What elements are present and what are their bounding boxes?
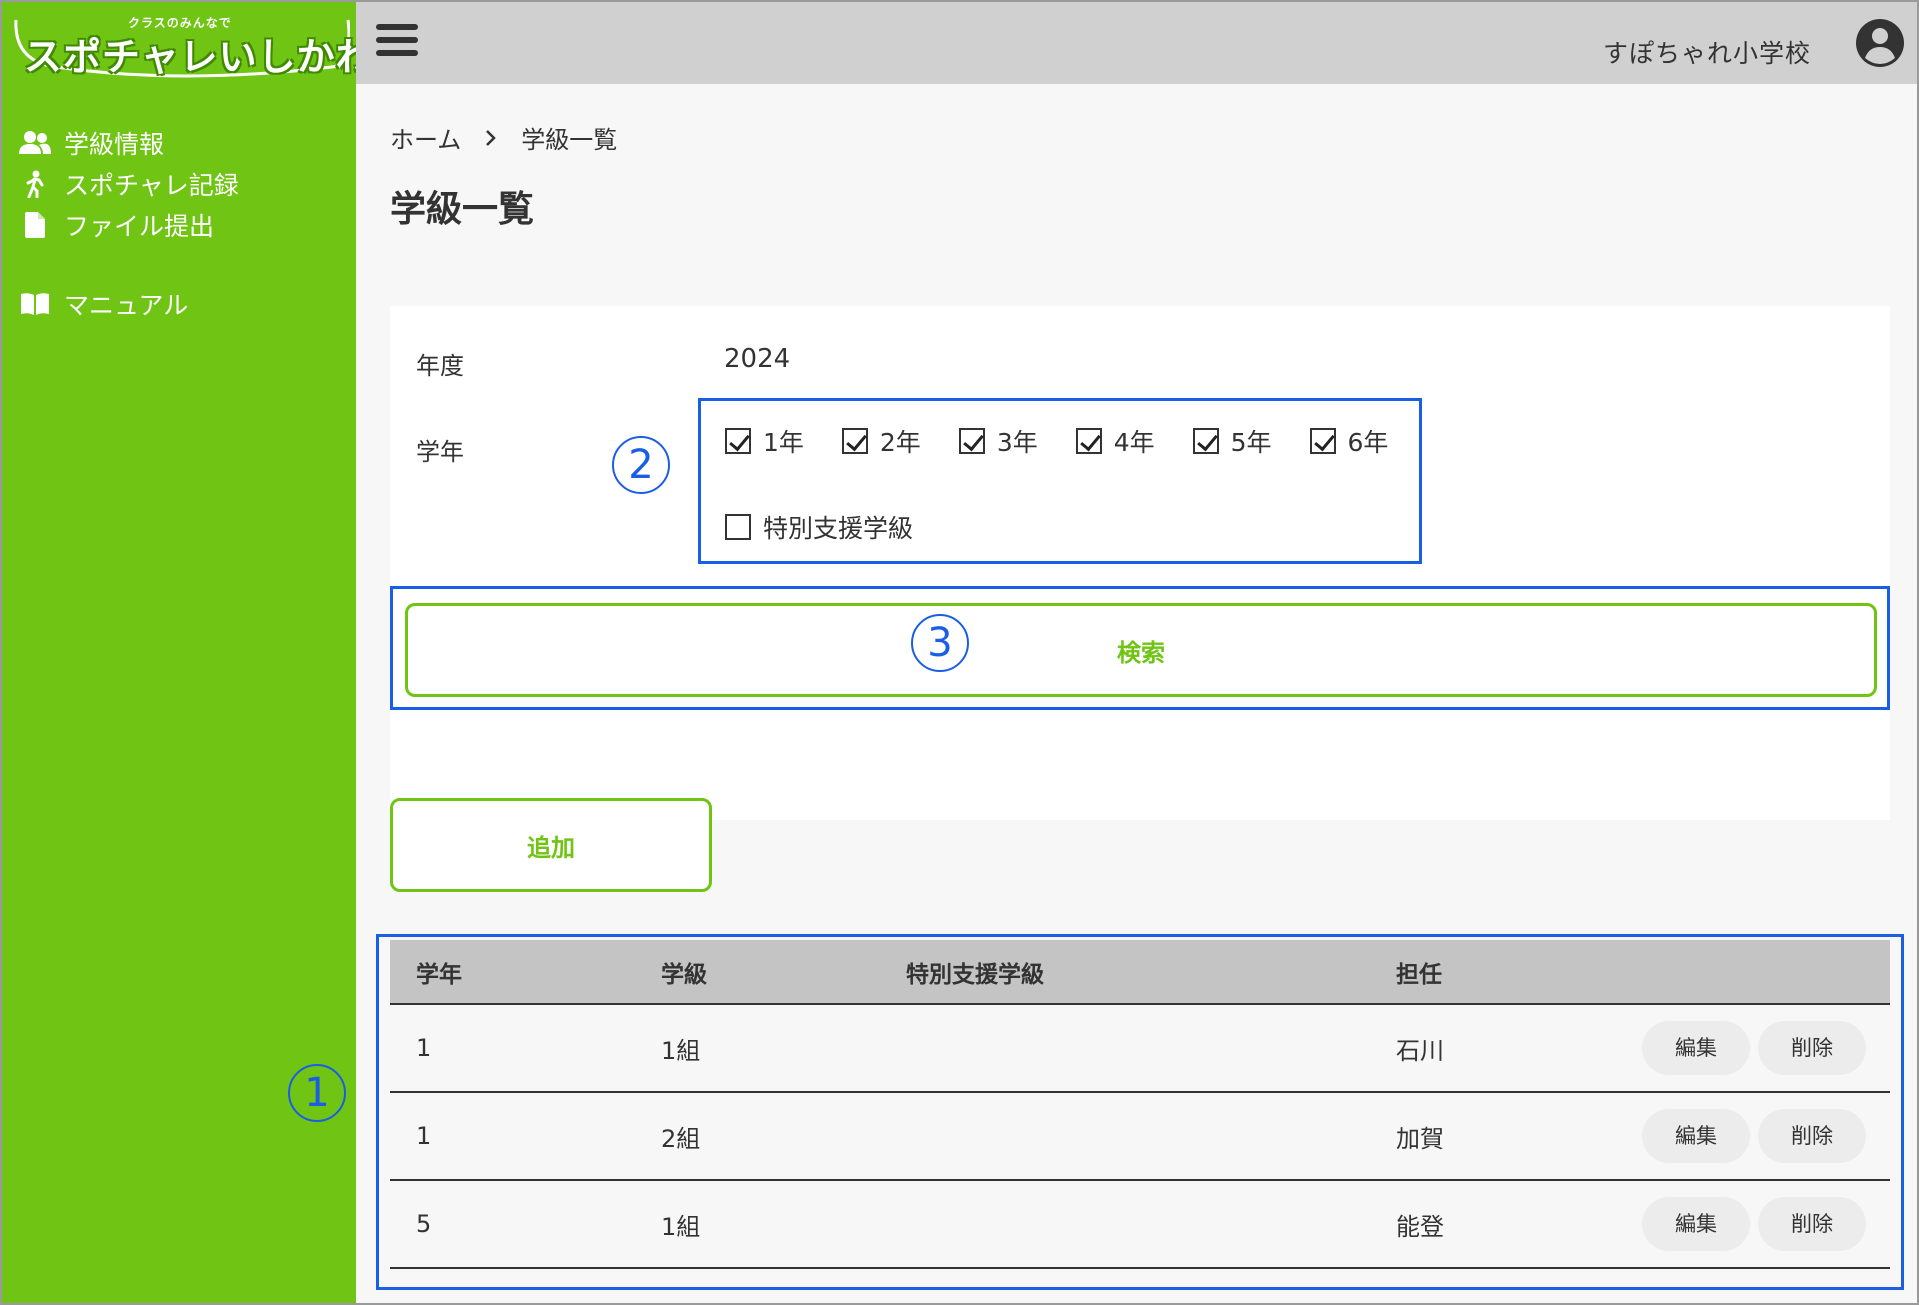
search-button[interactable]: 検索 <box>405 603 1877 697</box>
column-header-class: 学級 <box>635 940 880 1005</box>
breadcrumb-home-link[interactable]: ホーム <box>390 120 461 155</box>
sidebar-nav: 学級情報 スポチャレ記録 ファイル提出 マニュアル <box>18 122 239 324</box>
cell-grade: 1 <box>390 1004 635 1093</box>
cell-teacher: 能登 <box>1370 1180 1610 1269</box>
cell-grade: 1 <box>390 1092 635 1181</box>
account-avatar-icon[interactable] <box>1855 18 1905 68</box>
delete-button[interactable]: 削除 <box>1758 1109 1866 1163</box>
year-value: 2024 <box>724 344 791 374</box>
cell-special <box>880 1180 1370 1269</box>
checkbox-checked-icon[interactable] <box>1192 428 1219 454</box>
column-header-teacher: 担任 <box>1370 940 1610 1005</box>
checkbox-checked-icon[interactable] <box>725 428 751 454</box>
checkbox-checked-icon[interactable] <box>958 428 985 454</box>
main-content: ホーム 学級一覧 学級一覧 年度 2024 学年 2 1年 2年 3年 4年 5… <box>288 84 1917 1303</box>
cell-class: 1組 <box>635 1004 880 1093</box>
table-row: 1 2組 加賀 編集 削除 <box>390 1092 1890 1181</box>
logo[interactable]: クラスのみんなで スポチャレいしかわ <box>10 8 374 79</box>
delete-button[interactable]: 削除 <box>1758 1197 1866 1251</box>
search-panel: 年度 2024 学年 2 1年 2年 3年 4年 5年 6年 特別支援学級 検索… <box>390 306 1890 820</box>
cell-actions: 編集 削除 <box>1610 1180 1890 1269</box>
checkbox-unchecked-icon[interactable] <box>725 514 751 540</box>
sidebar-item-manual[interactable]: マニュアル <box>18 283 239 324</box>
sidebar-item-label: ファイル提出 <box>64 211 215 241</box>
sidebar-item-class-info[interactable]: 学級情報 <box>18 122 239 163</box>
edit-button[interactable]: 編集 <box>1642 1197 1750 1251</box>
hamburger-menu-icon[interactable] <box>376 24 418 60</box>
special-checkbox-row: 特別支援学級 <box>725 509 951 545</box>
table-row: 1 1組 石川 編集 削除 <box>390 1004 1890 1093</box>
special-support-checkbox[interactable]: 特別支援学級 <box>725 509 913 545</box>
users-icon <box>18 128 52 158</box>
year-label: 年度 <box>416 352 464 380</box>
grade-checkbox-6[interactable]: 6年 <box>1309 423 1388 459</box>
search-button-highlight: 検索 3 <box>390 586 1890 710</box>
logo-title: スポチャレいしかわ <box>24 35 375 79</box>
column-header-special-support: 特別支援学級 <box>880 940 1370 1005</box>
top-header: すぽちゃれ小学校 <box>356 2 1917 84</box>
grade-checkbox-5[interactable]: 5年 <box>1192 423 1272 459</box>
cell-teacher: 加賀 <box>1370 1092 1610 1181</box>
chevron-right-icon <box>485 129 497 147</box>
annotation-1: 1 <box>288 1064 346 1122</box>
sidebar-item-spochare-records[interactable]: スポチャレ記録 <box>18 163 239 204</box>
cell-special <box>880 1092 1370 1181</box>
grade-filter-group: 1年 2年 3年 4年 5年 6年 特別支援学級 <box>698 398 1422 564</box>
cell-teacher: 石川 <box>1370 1004 1610 1093</box>
runner-icon <box>18 169 52 199</box>
checkbox-checked-icon[interactable] <box>1075 428 1102 454</box>
column-header-grade: 学年 <box>390 940 635 1005</box>
school-name: すぽちゃれ小学校 <box>1602 39 1811 68</box>
add-button[interactable]: 追加 <box>390 798 712 892</box>
grade-checkbox-3[interactable]: 3年 <box>958 423 1038 459</box>
page-title: 学級一覧 <box>390 189 535 230</box>
edit-button[interactable]: 編集 <box>1642 1109 1750 1163</box>
annotation-2: 2 <box>612 436 670 494</box>
cell-special <box>880 1004 1370 1093</box>
breadcrumb-current: 学級一覧 <box>521 126 618 154</box>
table-row: 5 1組 能登 編集 削除 <box>390 1180 1890 1269</box>
checkbox-checked-icon[interactable] <box>841 428 868 454</box>
cell-class: 2組 <box>635 1092 880 1181</box>
class-table-highlight: 学年 学級 特別支援学級 担任 1 1組 石川 編集 削除 1 2組 加賀 編集… <box>376 934 1904 1290</box>
breadcrumb: ホーム 学級一覧 <box>390 120 617 155</box>
grade-label: 学年 <box>416 438 464 466</box>
annotation-3: 3 <box>911 614 969 672</box>
grade-checkbox-row: 1年 2年 3年 4年 5年 6年 <box>725 423 1388 459</box>
grade-checkbox-4[interactable]: 4年 <box>1075 423 1155 459</box>
column-header-actions <box>1610 940 1890 1005</box>
sidebar-item-label: スポチャレ記録 <box>64 170 239 200</box>
sidebar-item-file-submission[interactable]: ファイル提出 <box>18 204 239 245</box>
checkbox-checked-icon[interactable] <box>1309 428 1336 454</box>
cell-actions: 編集 削除 <box>1610 1004 1890 1093</box>
edit-button[interactable]: 編集 <box>1642 1021 1750 1075</box>
class-table: 学年 学級 特別支援学級 担任 1 1組 石川 編集 削除 1 2組 加賀 編集… <box>390 940 1890 1269</box>
delete-button[interactable]: 削除 <box>1758 1021 1866 1075</box>
sidebar-item-label: マニュアル <box>64 290 189 320</box>
app-frame: クラスのみんなで スポチャレいしかわ 学級情報 スポチャレ記録 ファイル提出 マ… <box>0 0 1919 1305</box>
table-header-row: 学年 学級 特別支援学級 担任 <box>390 940 1890 1005</box>
book-icon <box>18 289 52 319</box>
cell-grade: 5 <box>390 1180 635 1269</box>
sidebar-item-label: 学級情報 <box>64 129 165 159</box>
cell-actions: 編集 削除 <box>1610 1092 1890 1181</box>
file-icon <box>18 210 52 240</box>
grade-checkbox-1[interactable]: 1年 <box>725 423 804 459</box>
cell-class: 1組 <box>635 1180 880 1269</box>
grade-checkbox-2[interactable]: 2年 <box>841 423 921 459</box>
